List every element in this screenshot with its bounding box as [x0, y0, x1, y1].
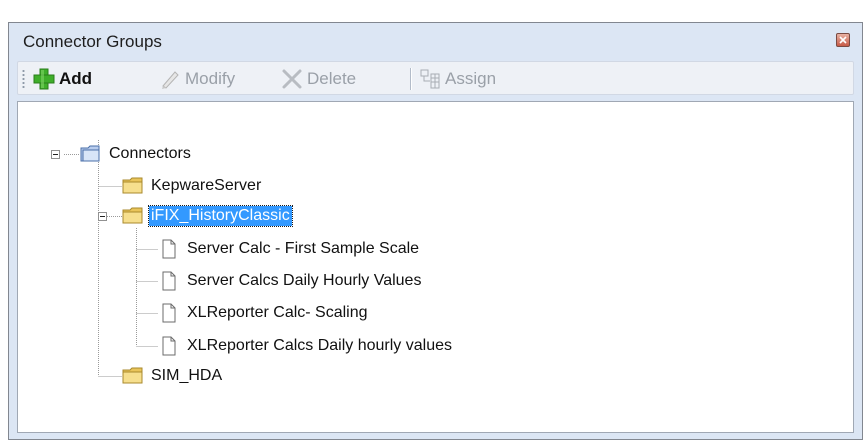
document-icon: [162, 239, 176, 259]
folder-icon: [122, 207, 143, 224]
connector-tree[interactable]: Connectors KepwareServer iFIX_HistoryCla…: [17, 101, 854, 433]
tree-node-calc-1[interactable]: Server Calc - First Sample Scale: [158, 237, 421, 261]
modify-button[interactable]: Modify: [158, 66, 235, 92]
tree-node-label: XLReporter Calcs Daily hourly values: [187, 337, 452, 354]
assign-button[interactable]: Assign: [418, 66, 496, 92]
folder-open-icon: [80, 145, 100, 162]
pencil-icon: [158, 67, 182, 91]
document-icon: [162, 336, 176, 356]
toolbar-grip[interactable]: [22, 69, 25, 89]
connector-groups-panel: Connector Groups Add Modify Delete Assig…: [8, 22, 863, 440]
panel-title-bar: Connector Groups: [9, 23, 862, 59]
tree-node-label: Connectors: [109, 145, 191, 162]
delete-label: Delete: [307, 69, 357, 88]
tree-node-label: Server Calcs Daily Hourly Values: [187, 272, 422, 289]
folder-icon: [122, 177, 143, 194]
document-icon: [162, 303, 176, 323]
close-icon: [839, 36, 847, 44]
add-button[interactable]: Add: [32, 66, 92, 92]
tree-node-calc-4[interactable]: XLReporter Calcs Daily hourly values: [158, 334, 454, 358]
toolbar-separator: [410, 68, 412, 90]
document-icon: [162, 271, 176, 291]
tree-node-kepwareserver[interactable]: KepwareServer: [122, 174, 263, 198]
panel-title: Connector Groups: [23, 32, 162, 51]
tree-node-label-selected: iFIX_HistoryClassic: [148, 205, 293, 227]
tree-node-calc-3[interactable]: XLReporter Calc- Scaling: [158, 301, 370, 325]
tree-node-connectors[interactable]: Connectors: [80, 142, 193, 166]
collapse-toggle-connectors[interactable]: [51, 150, 60, 159]
tree-node-ifix-historyclassic[interactable]: iFIX_HistoryClassic: [122, 204, 293, 228]
folder-icon: [122, 367, 143, 384]
toolbar: Add Modify Delete Assign: [17, 61, 854, 95]
tree-node-label: KepwareServer: [151, 177, 262, 194]
modify-label: Modify: [185, 69, 236, 88]
add-label: Add: [59, 69, 93, 88]
add-icon: [32, 67, 56, 91]
assign-grid-icon: [418, 67, 442, 91]
assign-label: Assign: [445, 69, 497, 88]
tree-node-label: Server Calc - First Sample Scale: [187, 240, 420, 257]
delete-button[interactable]: Delete: [280, 66, 356, 92]
tree-node-sim-hda[interactable]: SIM_HDA: [122, 364, 224, 388]
tree-node-label: XLReporter Calc- Scaling: [187, 304, 368, 321]
tree-node-label: SIM_HDA: [151, 367, 223, 384]
tree-node-calc-2[interactable]: Server Calcs Daily Hourly Values: [158, 269, 423, 293]
close-button[interactable]: [836, 33, 850, 47]
collapse-toggle-ifix[interactable]: [98, 212, 107, 221]
delete-x-icon: [280, 67, 304, 91]
